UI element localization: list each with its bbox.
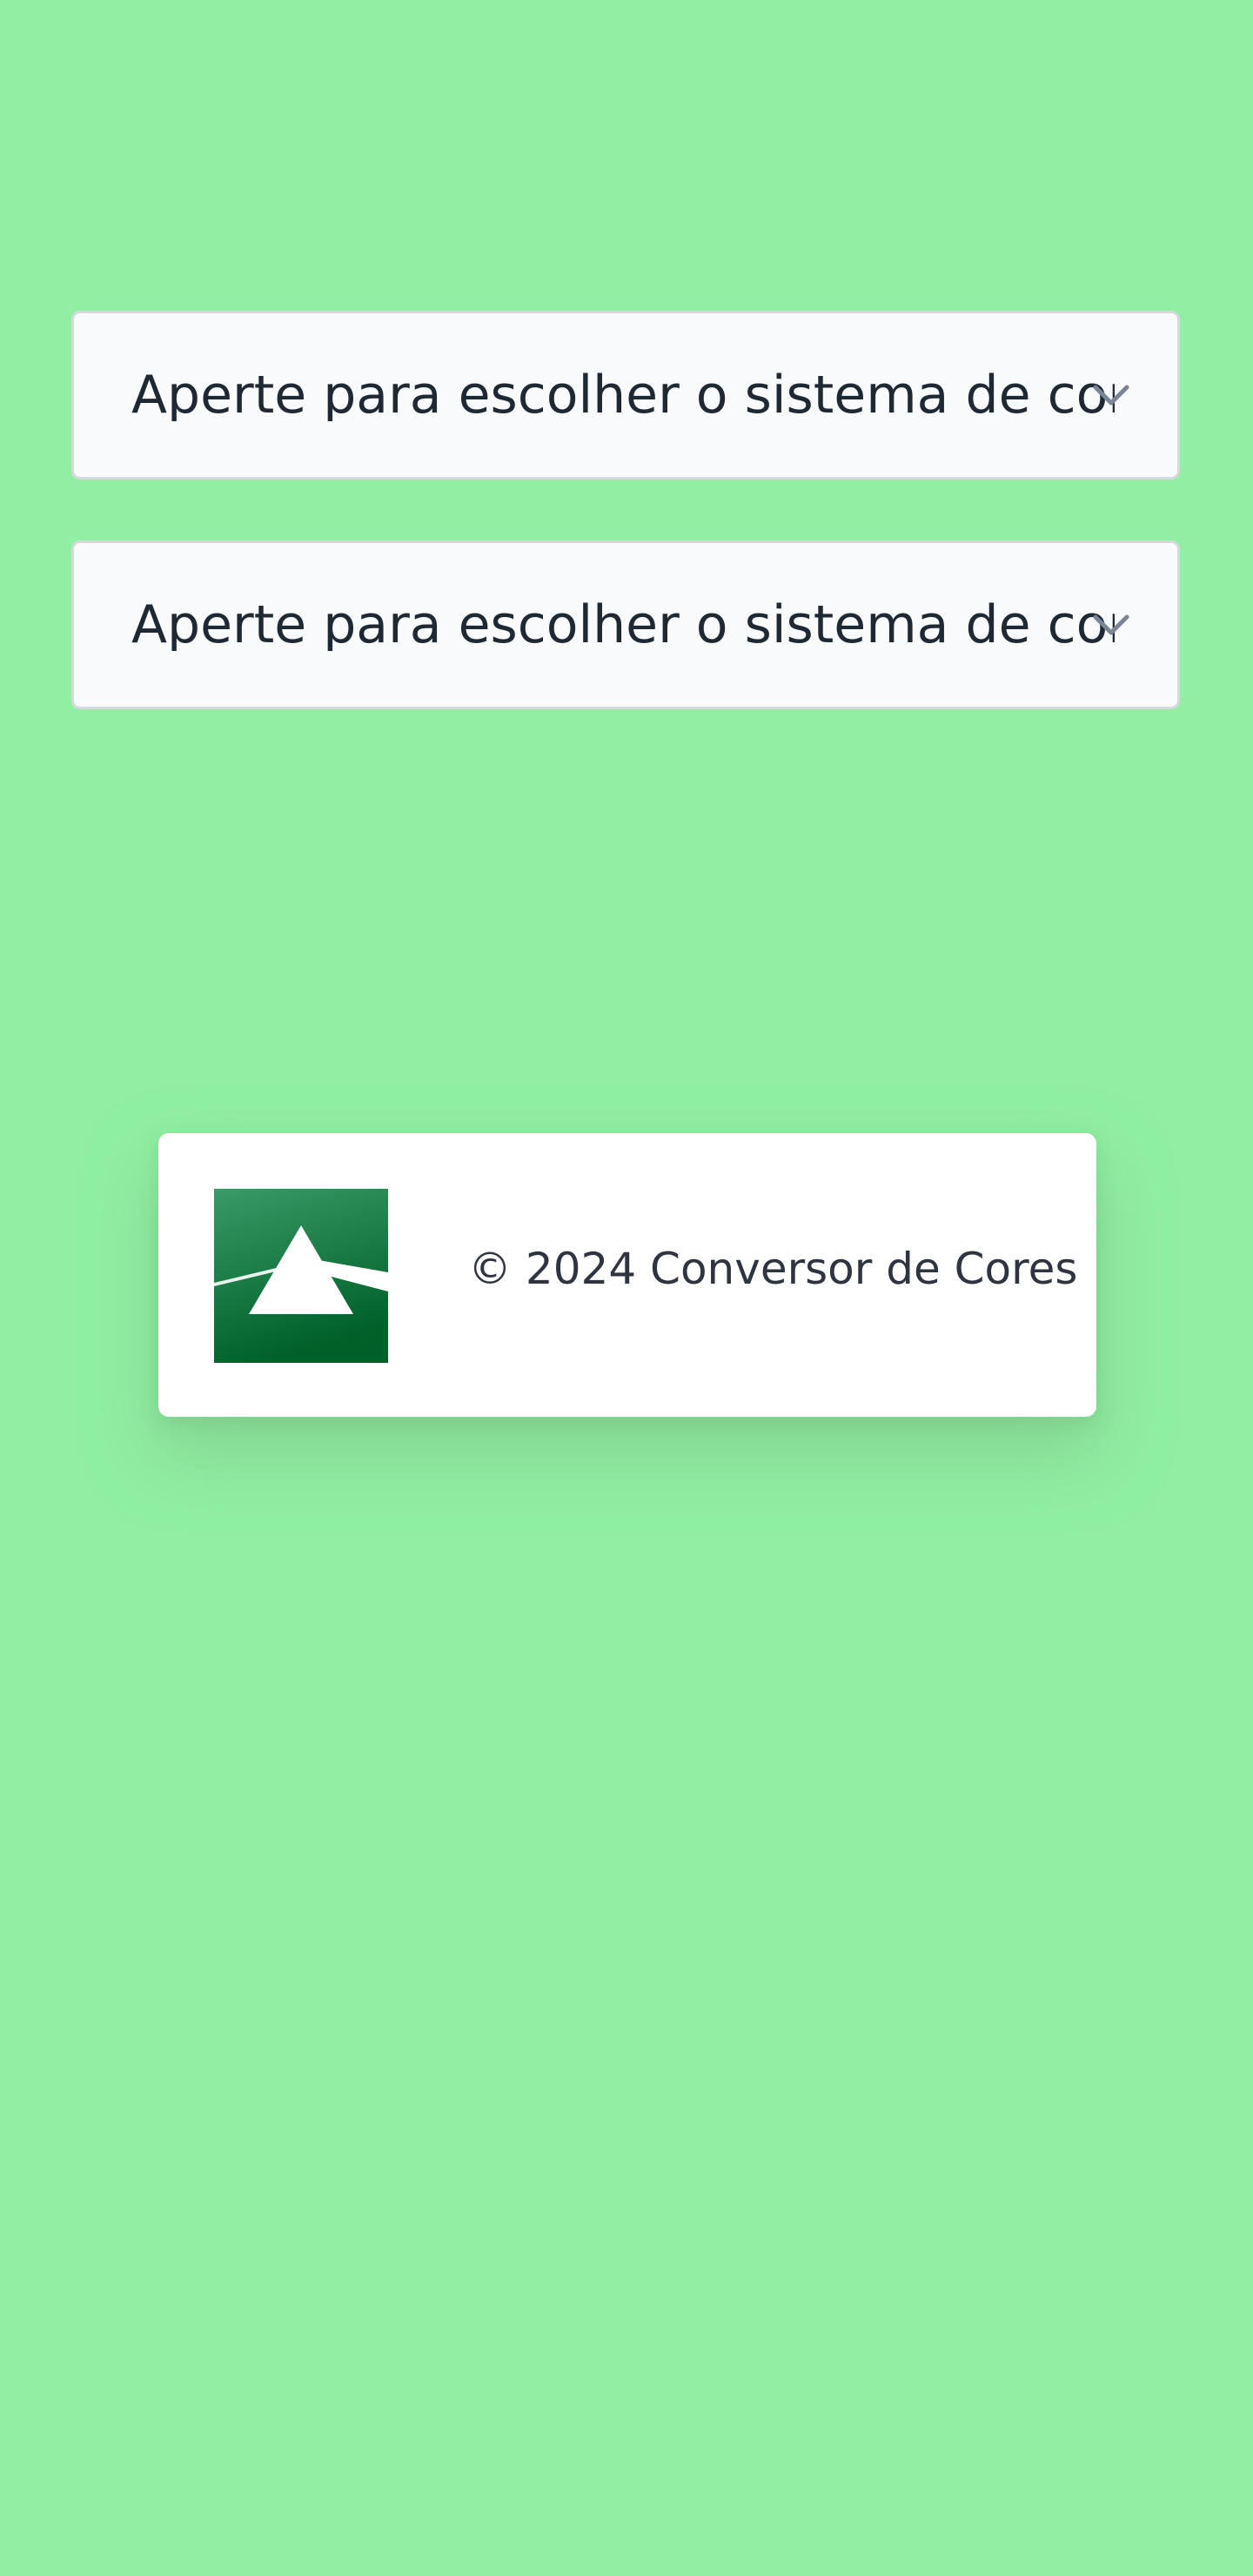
- copyright-text: © 2024 Conversor de Cores: [468, 1244, 1078, 1294]
- footer-card: © 2024 Conversor de Cores: [158, 1133, 1096, 1417]
- chevron-down-icon: [1093, 614, 1129, 635]
- chevron-down-icon: [1093, 385, 1129, 406]
- color-system-select-1[interactable]: Aperte para escolher o sistema de cores: [71, 311, 1180, 480]
- select-placeholder-2: Aperte para escolher o sistema de cores: [131, 599, 1115, 651]
- prism-logo-icon: [214, 1189, 388, 1363]
- select-placeholder-1: Aperte para escolher o sistema de cores: [131, 369, 1115, 421]
- color-system-select-2[interactable]: Aperte para escolher o sistema de cores: [71, 540, 1180, 709]
